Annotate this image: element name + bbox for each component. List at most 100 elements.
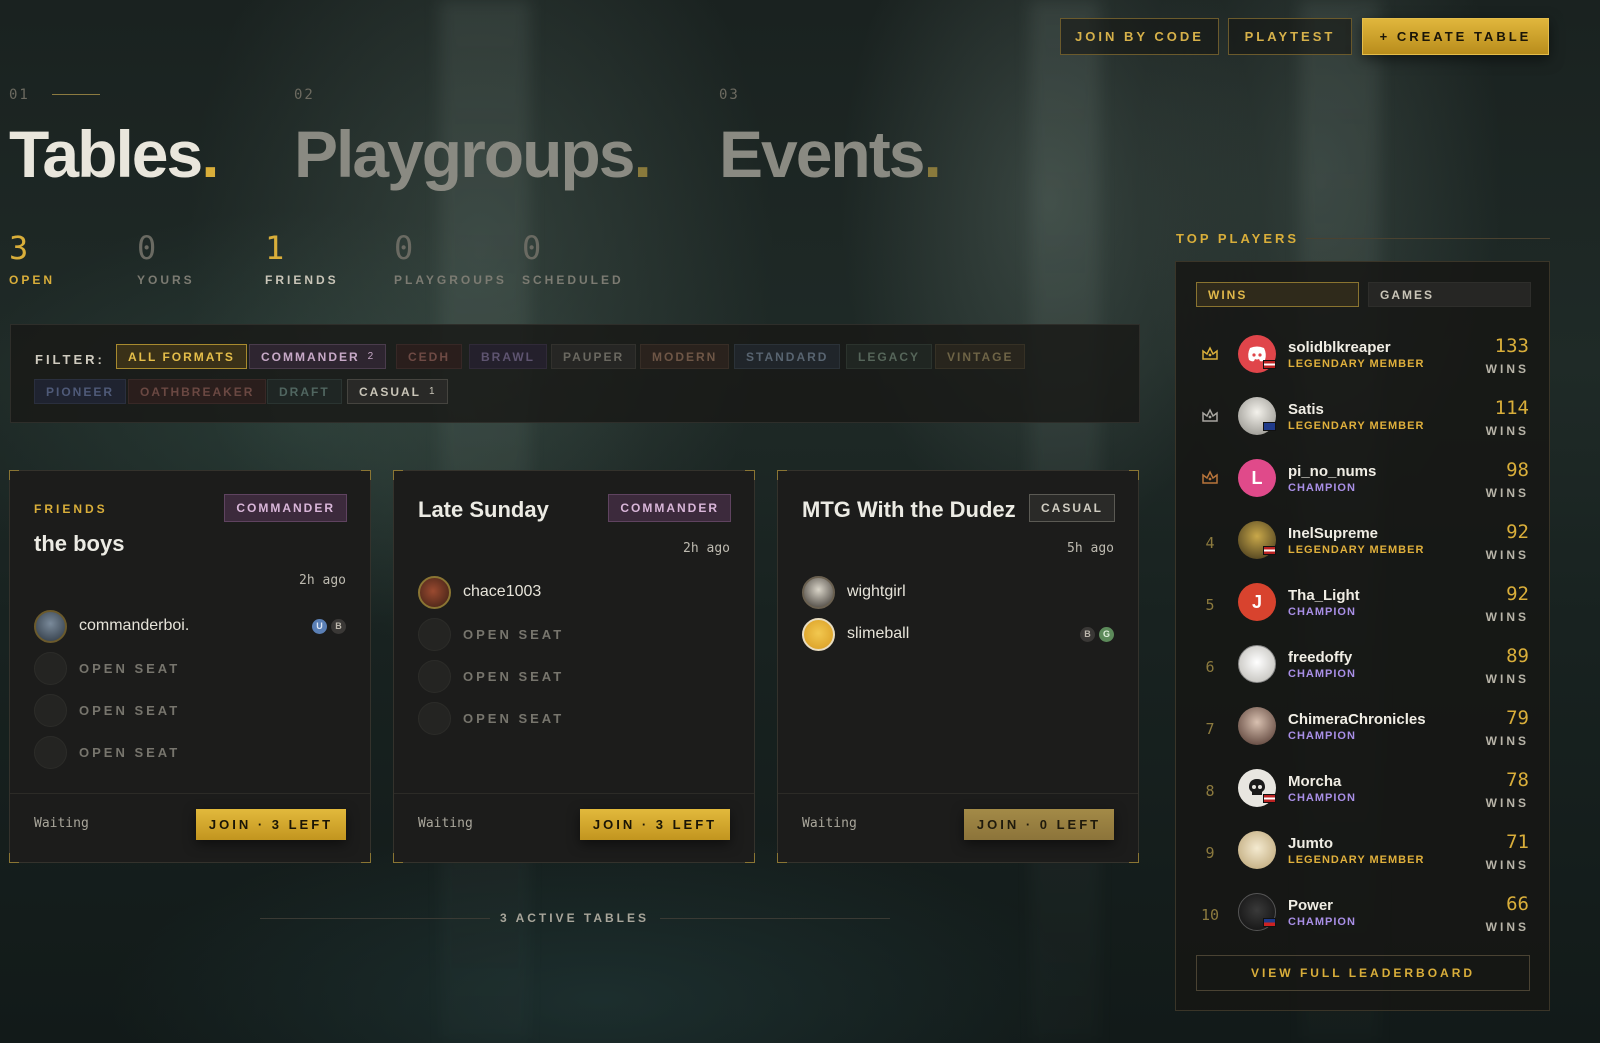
- crown-icon: [1198, 344, 1222, 368]
- filter-chip-brawl[interactable]: BRAWL: [469, 344, 547, 369]
- card-corner: [9, 470, 19, 480]
- wins-count: 78: [1506, 769, 1529, 791]
- rank-number: 10: [1200, 906, 1220, 924]
- tab-playgroups[interactable]: Playgroups.: [294, 116, 652, 192]
- filter-chip-oathbreaker[interactable]: OATHBREAKER: [128, 379, 267, 404]
- wins-count: 89: [1506, 645, 1529, 667]
- player-name: ChimeraChronicles: [1288, 711, 1426, 728]
- empty-seat-icon: [34, 651, 67, 685]
- join-by-code-button[interactable]: JOIN BY CODE: [1060, 18, 1219, 55]
- player-name: pi_no_nums: [1288, 463, 1377, 480]
- flag-icon: [1263, 422, 1276, 431]
- stat-value: 0: [394, 229, 414, 267]
- join-table-button[interactable]: JOIN · 3 LEFT: [196, 809, 346, 840]
- join-table-button[interactable]: JOIN · 3 LEFT: [580, 809, 730, 840]
- stat-label: SCHEDULED: [522, 273, 624, 287]
- leaderboard-row[interactable]: 6 freedoffy CHAMPION 89 WINS: [1176, 638, 1549, 700]
- filter-panel: FILTER: ALL FORMATS COMMANDER 2 CEDH BRAW…: [10, 324, 1140, 423]
- section-divider: [52, 94, 100, 95]
- stat-open[interactable]: 3 OPEN: [9, 232, 55, 287]
- player-name: slimeball: [847, 625, 910, 642]
- stat-yours[interactable]: 0 YOURS: [137, 232, 195, 287]
- player-seat: wightgirl: [802, 575, 1114, 609]
- filter-chip-legacy[interactable]: LEGACY: [846, 344, 933, 369]
- leaderboard-row[interactable]: solidblkreaper LEGENDARY MEMBER 133 WINS: [1176, 328, 1549, 390]
- leaderboard-row[interactable]: 9 Jumto LEGENDARY MEMBER 71 WINS: [1176, 824, 1549, 886]
- open-seat[interactable]: OPEN SEAT: [418, 701, 730, 735]
- stat-value: 0: [137, 229, 157, 267]
- player-tier: LEGENDARY MEMBER: [1288, 544, 1425, 556]
- filter-chip-standard[interactable]: STANDARD: [734, 344, 841, 369]
- crown-icon: [1198, 406, 1222, 430]
- card-corner: [361, 470, 371, 480]
- filter-chip-commander[interactable]: COMMANDER 2: [249, 344, 387, 369]
- stat-friends[interactable]: 1 FRIENDS: [265, 232, 339, 287]
- open-seat-label: OPEN SEAT: [463, 668, 565, 684]
- wins-count: 66: [1506, 893, 1529, 915]
- filter-chip-casual[interactable]: CASUAL 1: [347, 379, 448, 404]
- leaderboard-row[interactable]: Satis LEGENDARY MEMBER 114 WINS: [1176, 390, 1549, 452]
- crown-icon: [1198, 468, 1222, 492]
- table-card[interactable]: MTG With the Dudez CASUAL 5h ago wightgi…: [777, 470, 1139, 863]
- tab-wins[interactable]: WINS: [1196, 282, 1359, 307]
- wins-label: WINS: [1485, 858, 1529, 872]
- filter-chip-vintage[interactable]: VINTAGE: [935, 344, 1026, 369]
- player-seat: chace1003: [418, 575, 730, 609]
- open-seat[interactable]: OPEN SEAT: [418, 617, 730, 651]
- player-tier: LEGENDARY MEMBER: [1288, 358, 1425, 370]
- open-seat[interactable]: OPEN SEAT: [34, 735, 346, 769]
- filter-chip-draft[interactable]: DRAFT: [267, 379, 342, 404]
- open-seat-label: OPEN SEAT: [79, 702, 181, 718]
- rank-number: 7: [1205, 720, 1215, 738]
- stat-value: 1: [265, 229, 285, 267]
- filter-chip-all-formats[interactable]: ALL FORMATS: [116, 344, 247, 369]
- leaderboard-row[interactable]: 8 Morcha CHAMPION 78 WINS: [1176, 762, 1549, 824]
- section-number: 01: [9, 87, 30, 103]
- avatar: [802, 575, 835, 609]
- wins-count: 71: [1506, 831, 1529, 853]
- avatar: J: [1238, 583, 1276, 621]
- player-seat: commanderboi. U B: [34, 609, 346, 643]
- player-name: Morcha: [1288, 773, 1342, 790]
- flag-icon: [1263, 360, 1276, 369]
- filter-chip-pioneer[interactable]: PIONEER: [34, 379, 127, 404]
- wins-count: 92: [1506, 521, 1529, 543]
- leaderboard-row[interactable]: 7 ChimeraChronicles CHAMPION 79 WINS: [1176, 700, 1549, 762]
- divider: [394, 793, 754, 794]
- leaderboard-row[interactable]: 4 InelSupreme LEGENDARY MEMBER 92 WINS: [1176, 514, 1549, 576]
- wins-count: 98: [1506, 459, 1529, 481]
- open-seat[interactable]: OPEN SEAT: [34, 651, 346, 685]
- section-number: 02: [294, 87, 315, 103]
- table-card[interactable]: Late Sunday COMMANDER 2h ago chace1003 O…: [393, 470, 755, 863]
- open-seat[interactable]: OPEN SEAT: [418, 659, 730, 693]
- table-age: 5h ago: [1067, 541, 1114, 556]
- create-table-button[interactable]: + CREATE TABLE: [1362, 18, 1549, 55]
- tab-tables[interactable]: Tables.: [9, 116, 220, 192]
- table-card[interactable]: FRIENDS COMMANDER the boys 2h ago comman…: [9, 470, 371, 863]
- view-full-leaderboard-button[interactable]: VIEW FULL LEADERBOARD: [1196, 955, 1530, 991]
- filter-chip-modern[interactable]: MODERN: [640, 344, 730, 369]
- player-name: Satis: [1288, 401, 1324, 418]
- filter-chip-pauper[interactable]: PAUPER: [551, 344, 637, 369]
- playtest-button[interactable]: PLAYTEST: [1228, 18, 1352, 55]
- flag-icon: [1263, 546, 1276, 555]
- table-status: Waiting: [802, 816, 857, 831]
- player-tier: CHAMPION: [1288, 606, 1356, 618]
- card-corner: [361, 853, 371, 863]
- card-corner: [777, 470, 787, 480]
- tab-games[interactable]: GAMES: [1368, 282, 1531, 307]
- join-table-button[interactable]: JOIN · 0 LEFT: [964, 809, 1114, 840]
- player-name: Jumto: [1288, 835, 1333, 852]
- avatar: [34, 609, 67, 643]
- leaderboard-row[interactable]: 10 Power CHAMPION 66 WINS: [1176, 886, 1549, 948]
- player-tier: CHAMPION: [1288, 916, 1356, 928]
- wins-label: WINS: [1485, 548, 1529, 562]
- stat-scheduled[interactable]: 0 SCHEDULED: [522, 232, 624, 287]
- leaderboard-row[interactable]: 5 J Tha_Light CHAMPION 92 WINS: [1176, 576, 1549, 638]
- open-seat[interactable]: OPEN SEAT: [34, 693, 346, 727]
- leaderboard-row[interactable]: L pi_no_nums CHAMPION 98 WINS: [1176, 452, 1549, 514]
- stat-playgroups[interactable]: 0 PLAYGROUPS: [394, 232, 507, 287]
- mana-pip-blue: U: [312, 618, 327, 634]
- filter-chip-cedh[interactable]: CEDH: [396, 344, 463, 369]
- tab-events[interactable]: Events.: [719, 116, 942, 192]
